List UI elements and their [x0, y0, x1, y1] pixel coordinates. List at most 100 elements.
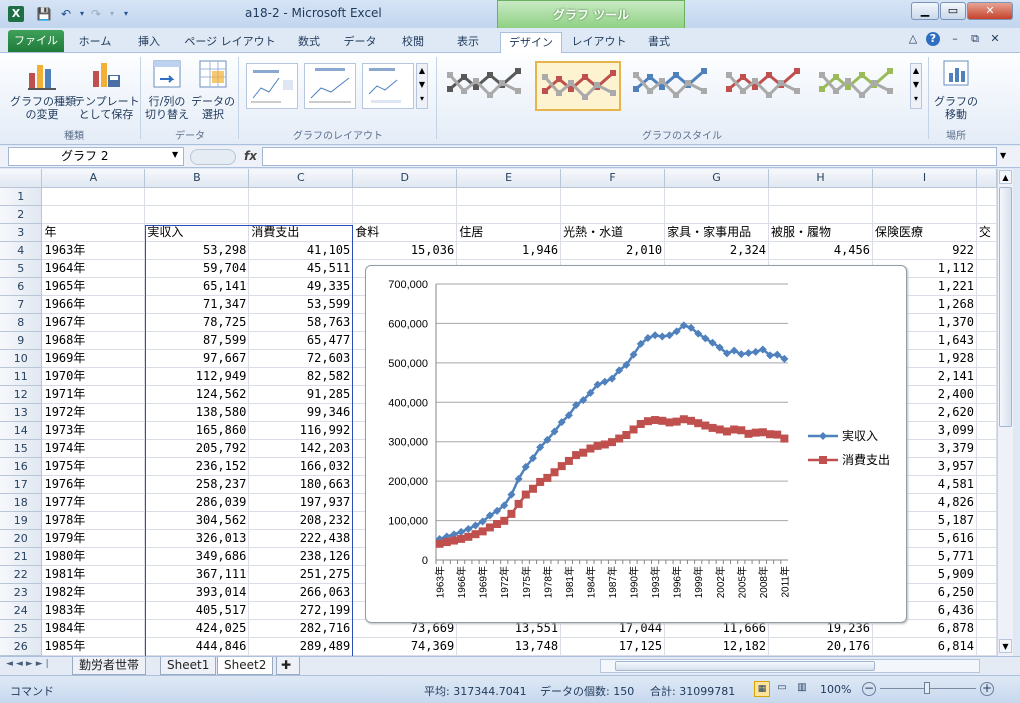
- row-header[interactable]: 22: [0, 565, 43, 584]
- row-header[interactable]: 23: [0, 583, 43, 602]
- chart-layout-3[interactable]: [362, 63, 414, 109]
- cell[interactable]: 65,477: [248, 331, 354, 350]
- insert-sheet-icon[interactable]: ✚: [276, 657, 300, 675]
- cell[interactable]: 180,663: [248, 475, 354, 494]
- cell[interactable]: [976, 277, 997, 296]
- save-icon[interactable]: 💾: [36, 6, 52, 22]
- cell[interactable]: 266,063: [248, 583, 354, 602]
- cell[interactable]: 49,335: [248, 277, 354, 296]
- cell[interactable]: 197,937: [248, 493, 354, 512]
- cell[interactable]: [872, 187, 977, 206]
- cell[interactable]: 405,517: [144, 601, 250, 620]
- cell[interactable]: 78,725: [144, 313, 250, 332]
- cell[interactable]: 272,199: [248, 601, 354, 620]
- sheet-tab-sheet1[interactable]: Sheet1: [160, 657, 217, 675]
- cell[interactable]: [976, 637, 997, 656]
- row-header[interactable]: 26: [0, 637, 43, 656]
- cell[interactable]: 1972年: [41, 403, 146, 422]
- cell[interactable]: [976, 367, 997, 386]
- cell[interactable]: 15,036: [352, 241, 458, 260]
- cell[interactable]: 1983年: [41, 601, 146, 620]
- switch-row-column-button[interactable]: 行/列の 切り替え: [144, 57, 190, 127]
- move-chart-button[interactable]: グラフの 移動: [932, 57, 980, 127]
- cell[interactable]: 289,489: [248, 637, 354, 656]
- select-data-button[interactable]: データの 選択: [190, 57, 236, 127]
- cell[interactable]: [976, 475, 997, 494]
- cell[interactable]: [976, 259, 997, 278]
- cell[interactable]: 1973年: [41, 421, 146, 440]
- cell[interactable]: 被服・履物: [768, 223, 873, 242]
- row-header[interactable]: 20: [0, 529, 43, 548]
- cell[interactable]: 1967年: [41, 313, 146, 332]
- row-header[interactable]: 8: [0, 313, 43, 332]
- cell[interactable]: [664, 187, 770, 206]
- cell[interactable]: [976, 529, 997, 548]
- cell[interactable]: 138,580: [144, 403, 250, 422]
- minimize-button[interactable]: ▁: [911, 2, 939, 20]
- cell[interactable]: 1970年: [41, 367, 146, 386]
- column-header-C[interactable]: C: [248, 169, 354, 188]
- cell[interactable]: 53,599: [248, 295, 354, 314]
- style-gallery-scroll[interactable]: ▲ ▼ ▾: [910, 63, 922, 109]
- row-header[interactable]: 25: [0, 619, 43, 638]
- cell[interactable]: 58,763: [248, 313, 354, 332]
- row-header[interactable]: 19: [0, 511, 43, 530]
- cell[interactable]: 41,105: [248, 241, 354, 260]
- column-header-H[interactable]: H: [768, 169, 873, 188]
- cell[interactable]: 87,599: [144, 331, 250, 350]
- cell[interactable]: [456, 205, 562, 224]
- cell[interactable]: 交: [976, 223, 997, 242]
- horizontal-scroll-thumb[interactable]: [615, 661, 875, 671]
- normal-view-icon[interactable]: ▦: [754, 681, 770, 697]
- zoom-slider-thumb[interactable]: [924, 682, 930, 694]
- row-header[interactable]: 24: [0, 601, 43, 620]
- maximize-button[interactable]: ▭: [940, 2, 966, 20]
- cell[interactable]: 367,111: [144, 565, 250, 584]
- cell[interactable]: 286,039: [144, 493, 250, 512]
- column-header-J[interactable]: [976, 169, 997, 188]
- save-as-template-button[interactable]: テンプレート として保存: [74, 57, 140, 127]
- customize-quick-access-icon[interactable]: ▾: [118, 6, 134, 22]
- cell[interactable]: [976, 547, 997, 566]
- sheet-tab-sheet2[interactable]: Sheet2: [217, 657, 274, 675]
- cell[interactable]: [976, 187, 997, 206]
- scroll-up-icon[interactable]: ▲: [999, 170, 1012, 184]
- vertical-scroll-thumb[interactable]: [999, 187, 1012, 427]
- row-header[interactable]: 5: [0, 259, 43, 278]
- cell[interactable]: 13,748: [456, 637, 562, 656]
- cell[interactable]: 保険医療: [872, 223, 977, 242]
- cell[interactable]: [352, 187, 458, 206]
- cell[interactable]: [144, 205, 250, 224]
- tab-layout[interactable]: レイアウト: [566, 32, 632, 53]
- cell[interactable]: [560, 205, 666, 224]
- layout-gallery-scroll[interactable]: ▲ ▼ ▾: [416, 63, 428, 109]
- cell[interactable]: 82,582: [248, 367, 354, 386]
- formula-input[interactable]: [262, 147, 997, 166]
- redo-icon[interactable]: ↷: [88, 6, 104, 22]
- row-header[interactable]: 4: [0, 241, 43, 260]
- cell[interactable]: [976, 313, 997, 332]
- change-chart-type-button[interactable]: グラフの種類 の変更: [10, 57, 76, 127]
- cell[interactable]: 74,369: [352, 637, 458, 656]
- cell[interactable]: [248, 187, 354, 206]
- cell[interactable]: [560, 187, 666, 206]
- cell[interactable]: [976, 241, 997, 260]
- cell[interactable]: [976, 457, 997, 476]
- chart-layout-2[interactable]: [304, 63, 356, 109]
- cell[interactable]: [456, 187, 562, 206]
- cell[interactable]: 99,346: [248, 403, 354, 422]
- cell[interactable]: 1964年: [41, 259, 146, 278]
- cell[interactable]: 326,013: [144, 529, 250, 548]
- cell[interactable]: 393,014: [144, 583, 250, 602]
- chart-style-1[interactable]: [442, 61, 528, 111]
- vertical-scrollbar[interactable]: ▲ ▼: [997, 169, 1013, 656]
- cell[interactable]: 4,456: [768, 241, 873, 260]
- doc-minimize-icon[interactable]: –: [948, 32, 962, 46]
- cell[interactable]: 17,125: [560, 637, 666, 656]
- cell[interactable]: 142,203: [248, 439, 354, 458]
- zoom-level[interactable]: 100%: [820, 683, 851, 696]
- doc-restore-icon[interactable]: ⧉: [968, 32, 982, 46]
- formula-bar-divider-handle[interactable]: [190, 149, 236, 165]
- cell[interactable]: [976, 421, 997, 440]
- scroll-down-icon[interactable]: ▼: [999, 639, 1012, 653]
